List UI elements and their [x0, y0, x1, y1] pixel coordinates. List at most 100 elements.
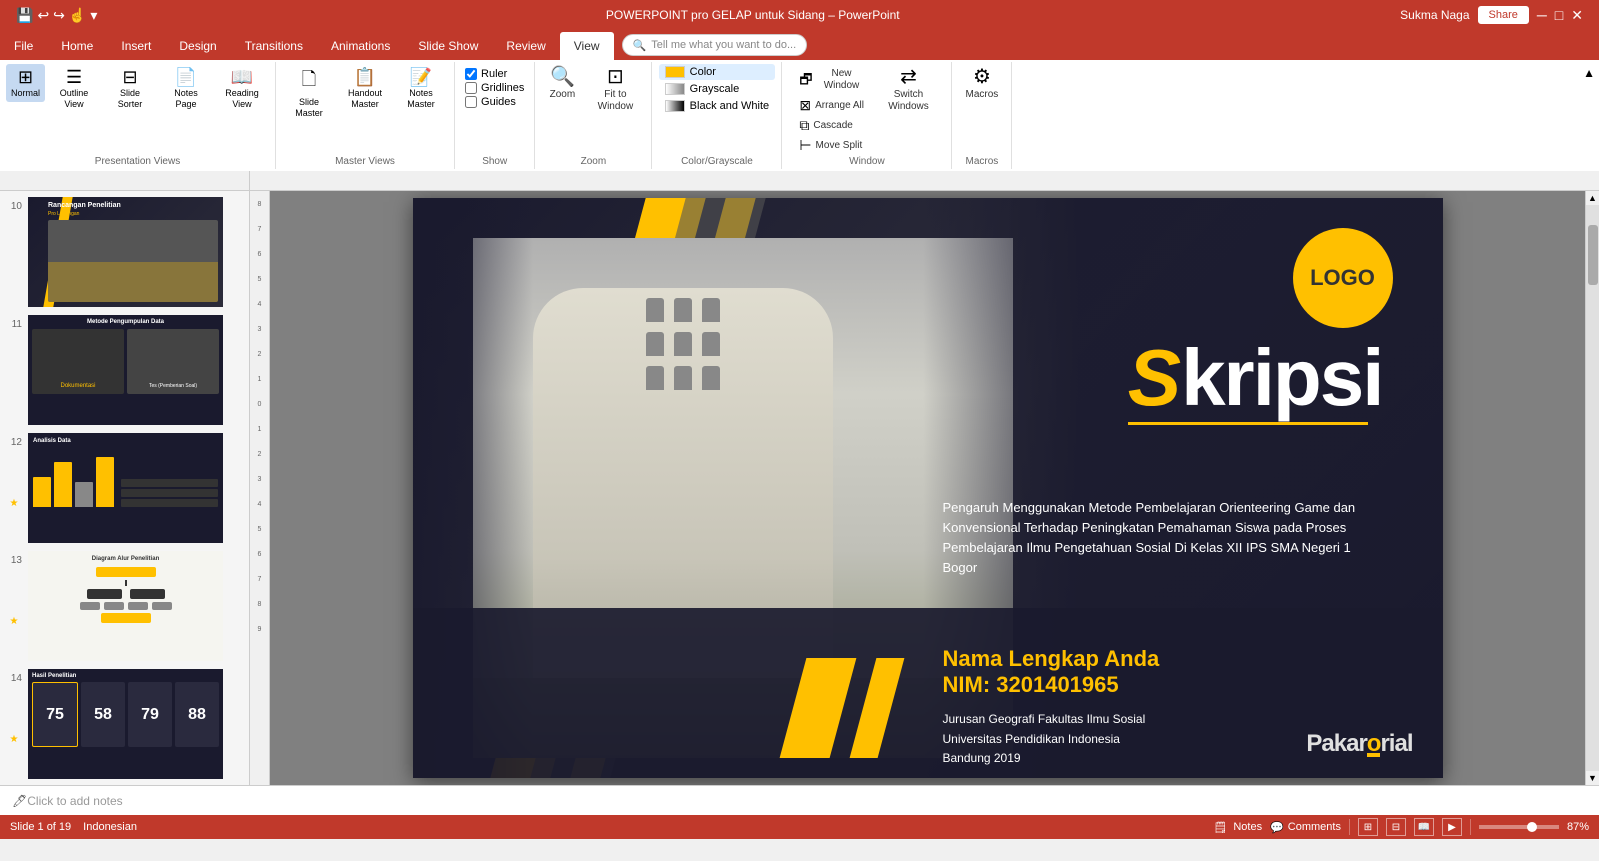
- share-button[interactable]: Share: [1478, 6, 1529, 24]
- slideshow-status[interactable]: ▶: [1442, 818, 1462, 836]
- normal-view-status[interactable]: ⊞: [1358, 818, 1378, 836]
- slide-title-block: S kripsi: [1128, 338, 1383, 439]
- slide-thumb-12[interactable]: 12 ★ Analisis Data: [4, 431, 245, 545]
- customize-qat-button[interactable]: ▾: [90, 7, 97, 24]
- language-info: Indonesian: [83, 821, 137, 833]
- institution-line2: Universitas Pendidikan Indonesia: [943, 730, 1146, 749]
- move-split-button[interactable]: ⊢ Move Split: [795, 136, 870, 154]
- slide-master-icon: 🗋: [302, 67, 316, 97]
- notes-page-label: Notes Page: [164, 88, 208, 110]
- tab-file[interactable]: File: [0, 32, 47, 60]
- new-window-button[interactable]: 🗗 New Window: [795, 64, 870, 94]
- notes-page-button[interactable]: 📄 Notes Page: [159, 64, 213, 113]
- slide-thumb-10[interactable]: 10 Rancangan Penelitian Pro Lapangan: [4, 195, 245, 309]
- ribbon-expand-button[interactable]: ▲: [1579, 62, 1599, 169]
- switch-windows-icon: ⇄: [900, 67, 917, 87]
- gridlines-label: Gridlines: [481, 82, 524, 94]
- content-area: 10 Rancangan Penelitian Pro Lapangan: [0, 191, 1599, 785]
- macros-label: Macros: [966, 89, 999, 101]
- reading-status[interactable]: 📖: [1414, 818, 1434, 836]
- ruler-checkbox[interactable]: Ruler: [465, 68, 524, 80]
- guides-check[interactable]: [465, 96, 477, 108]
- undo-button[interactable]: ↩: [37, 7, 49, 24]
- tab-view[interactable]: View: [560, 32, 614, 60]
- slide-master-button[interactable]: 🗋 Slide Master: [282, 64, 336, 122]
- name-nim-block: Nama Lengkap Anda NIM: 3201401965: [943, 646, 1160, 698]
- tab-review[interactable]: Review: [492, 32, 559, 60]
- show-label: Show: [461, 156, 528, 167]
- slide-num-11: 11: [6, 315, 22, 330]
- switch-windows-button[interactable]: ⇄ Switch Windows: [879, 64, 939, 116]
- zoom-slider[interactable]: [1479, 825, 1559, 829]
- slide-area[interactable]: LOGO S kripsi Pengaruh Menggu: [270, 191, 1585, 785]
- color-option-bw[interactable]: Black and White: [659, 98, 775, 114]
- tab-animations[interactable]: Animations: [317, 32, 404, 60]
- arrange-all-button[interactable]: ⊠ Arrange All: [795, 96, 870, 114]
- slide-preview-13: Diagram Alur Penelitian: [28, 551, 223, 661]
- guides-checkbox[interactable]: Guides: [465, 96, 524, 108]
- zoom-button[interactable]: 🔍 Zoom: [541, 64, 583, 104]
- redo-button[interactable]: ↪: [53, 7, 65, 24]
- scroll-down-arrow[interactable]: ▼: [1586, 771, 1599, 785]
- tab-slide-show[interactable]: Slide Show: [404, 32, 492, 60]
- gridlines-checkbox[interactable]: Gridlines: [465, 82, 524, 94]
- bottom-dark: [413, 608, 1443, 778]
- horizontal-ruler: // ruler ticks drawn in CSS trick -16 -1…: [0, 171, 1599, 191]
- notes-master-label: Notes Master: [399, 88, 443, 110]
- close-button[interactable]: ✕: [1571, 7, 1583, 24]
- user-name: Sukma Naga: [1400, 8, 1469, 22]
- slide-thumb-11[interactable]: 11 Metode Pengumpulan Data Dokumentasi T…: [4, 313, 245, 427]
- vertical-scrollbar[interactable]: ▲ ▼: [1585, 191, 1599, 785]
- ribbon-tabs: File Home Insert Design Transitions Anim…: [0, 30, 1599, 60]
- handout-master-button[interactable]: 📋 Handout Master: [338, 64, 392, 113]
- restore-button[interactable]: □: [1555, 7, 1563, 23]
- fit-to-window-button[interactable]: ⊡ Fit to Window: [585, 64, 645, 116]
- normal-label: Normal: [11, 88, 40, 99]
- move-split-label: Move Split: [816, 140, 863, 152]
- tab-design[interactable]: Design: [165, 32, 230, 60]
- titlebar: 💾 ↩ ↪ ☝ ▾ POWERPOINT pro GELAP untuk Sid…: [0, 0, 1599, 30]
- switch-windows-label: Switch Windows: [884, 89, 934, 113]
- normal-view-button[interactable]: ⊞ Normal: [6, 64, 45, 102]
- color-option-grayscale[interactable]: Grayscale: [659, 81, 775, 97]
- slide-canvas[interactable]: LOGO S kripsi Pengaruh Menggu: [413, 198, 1443, 778]
- ruler-check[interactable]: [465, 68, 477, 80]
- institution-line1: Jurusan Geografi Fakultas Ilmu Sosial: [943, 710, 1146, 729]
- save-button[interactable]: 💾: [16, 7, 33, 24]
- tab-home[interactable]: Home: [47, 32, 107, 60]
- tell-me-box[interactable]: 🔍 Tell me what you want to do...: [622, 34, 808, 56]
- comments-icon: 💬: [1270, 821, 1284, 834]
- outline-view-button[interactable]: ☰ Outline View: [47, 64, 101, 113]
- slide-thumb-14[interactable]: 14 ★ Hasil Penelitian 75 58 79: [4, 667, 245, 781]
- slide-panel[interactable]: 10 Rancangan Penelitian Pro Lapangan: [0, 191, 250, 785]
- macros-button[interactable]: ⚙ Macros: [961, 64, 1004, 104]
- macros-icon: ⚙: [973, 67, 991, 87]
- gridlines-check[interactable]: [465, 82, 477, 94]
- touchmouse-button[interactable]: ☝: [69, 7, 86, 24]
- statusbar-left: Slide 1 of 19 Indonesian: [10, 821, 137, 833]
- tab-insert[interactable]: Insert: [107, 32, 165, 60]
- notes-master-button[interactable]: 📝 Notes Master: [394, 64, 448, 113]
- notes-master-icon: 📝: [410, 67, 432, 88]
- slide-sorter-button[interactable]: ⊟ Slide Sorter: [103, 64, 157, 113]
- color-option-color[interactable]: Color: [659, 64, 775, 80]
- cascade-button[interactable]: ⧉ Cascade: [795, 116, 870, 134]
- notes-status-icon: 🗒: [1213, 821, 1227, 834]
- slide-master-label: Slide Master: [287, 97, 331, 119]
- master-views-label: Master Views: [282, 156, 448, 167]
- statusbar: Slide 1 of 19 Indonesian 🗒 Notes 💬 Comme…: [0, 815, 1599, 839]
- reading-view-button[interactable]: 📖 Reading View: [215, 64, 269, 113]
- scroll-thumb[interactable]: [1588, 225, 1598, 285]
- slide-thumb-13[interactable]: 13 ★ Diagram Alur Penelitian: [4, 549, 245, 663]
- search-icon: 🔍: [633, 39, 647, 52]
- scroll-up-arrow[interactable]: ▲: [1586, 191, 1599, 205]
- tab-transitions[interactable]: Transitions: [231, 32, 317, 60]
- slide-sorter-status[interactable]: ⊟: [1386, 818, 1406, 836]
- new-window-label: New Window: [817, 68, 867, 92]
- cascade-label: Cascade: [813, 120, 852, 132]
- notes-panel[interactable]: 🖊 Click to add notes: [0, 785, 1599, 815]
- ribbon-content: ⊞ Normal ☰ Outline View ⊟ Slide Sorter 📄…: [0, 60, 1599, 171]
- minimize-button[interactable]: ─: [1537, 7, 1547, 23]
- notes-placeholder: Click to add notes: [27, 794, 122, 808]
- brand-text: Pakarorial: [1306, 730, 1412, 758]
